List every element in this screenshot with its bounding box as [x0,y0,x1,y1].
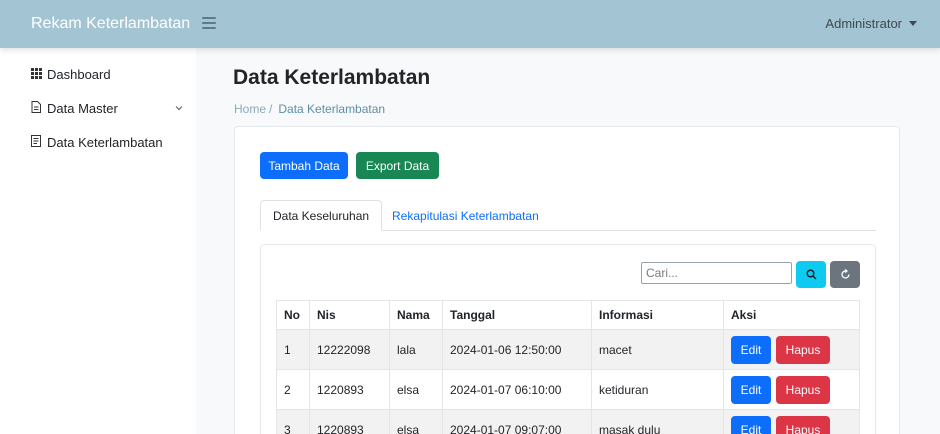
cell-aksi: Edit Hapus [723,369,860,410]
document-icon [31,101,43,116]
search-input[interactable] [641,262,792,284]
column-header-no: No [276,300,310,330]
cell-tanggal: 2024-01-06 12:50:00 [442,329,592,370]
top-navbar: Rekam Keterlambatan Administrator [0,0,940,48]
tab-data-keseluruhan[interactable]: Data Keseluruhan [260,200,383,231]
sidebar-item-data-master[interactable]: Data Master [31,101,183,116]
column-header-informasi: Informasi [591,300,724,330]
refresh-icon [840,269,850,279]
delete-button[interactable]: Hapus [776,335,830,364]
table-row: 2 1220893 elsa 2024-01-07 06:10:00 ketid… [276,369,860,410]
sidebar-item-label: Dashboard [47,67,111,82]
content-card: Tambah Data Export Data Data Keseluruhan… [234,126,900,434]
tab-bar: Data Keseluruhan Rekapitulasi Keterlamba… [260,200,876,231]
cell-nama: elsa [389,369,443,410]
add-data-button[interactable]: Tambah Data [260,152,348,179]
sidebar-item-data-keterlambatan[interactable]: Data Keterlambatan [31,135,183,150]
tab-rekapitulasi-keterlambatan[interactable]: Rekapitulasi Keterlambatan [380,200,551,231]
chevron-down-icon [175,103,183,114]
sidebar-item-label: Data Keterlambatan [47,135,163,150]
delete-button[interactable]: Hapus [776,375,830,404]
user-menu-dropdown[interactable]: Administrator [825,16,917,31]
cell-informasi: ketiduran [591,369,724,410]
reset-button[interactable] [830,261,860,288]
breadcrumb: Home / Data Keterlambatan [234,102,385,116]
search-button[interactable] [796,261,826,288]
sidebar-item-label: Data Master [47,101,118,116]
sidebar-item-dashboard[interactable]: Dashboard [31,67,183,82]
cell-tanggal: 2024-01-07 06:10:00 [442,369,592,410]
table-panel: No Nis Nama Tanggal Informasi Aksi 1 122… [260,244,876,434]
grid-icon [31,67,43,82]
cell-nis: 1220893 [309,369,390,410]
cell-no: 3 [276,409,310,434]
user-name: Administrator [825,16,902,31]
file-icon [31,135,43,150]
cell-nis: 1220893 [309,409,390,434]
breadcrumb-separator: / [269,102,273,116]
delete-button[interactable]: Hapus [776,415,830,434]
menu-toggle-icon[interactable] [202,17,216,30]
sidebar: Dashboard Data Master Data Keterlambatan [0,48,196,434]
edit-button[interactable]: Edit [731,415,771,434]
column-header-aksi: Aksi [723,300,860,330]
cell-nama: elsa [389,409,443,434]
page-title: Data Keterlambatan [233,66,431,89]
export-data-button[interactable]: Export Data [356,152,439,179]
edit-button[interactable]: Edit [731,375,771,404]
column-header-nama: Nama [389,300,443,330]
app-brand[interactable]: Rekam Keterlambatan [31,15,190,33]
table-row: 1 12222098 lala 2024-01-06 12:50:00 mace… [276,329,860,370]
cell-informasi: macet [591,329,724,370]
column-header-tanggal: Tanggal [442,300,592,330]
cell-aksi: Edit Hapus [723,409,860,434]
edit-button[interactable]: Edit [731,335,771,364]
cell-informasi: masak dulu [591,409,724,434]
cell-aksi: Edit Hapus [723,329,860,370]
cell-tanggal: 2024-01-07 09:07:00 [442,409,592,434]
cell-nama: lala [389,329,443,370]
table-row: 3 1220893 elsa 2024-01-07 09:07:00 masak… [276,409,860,434]
caret-down-icon [909,21,917,26]
column-header-nis: Nis [309,300,390,330]
breadcrumb-home[interactable]: Home [234,102,266,116]
search-icon [806,269,816,280]
cell-nis: 12222098 [309,329,390,370]
cell-no: 2 [276,369,310,410]
breadcrumb-current: Data Keterlambatan [278,102,386,116]
cell-no: 1 [276,329,310,370]
lateness-table: No Nis Nama Tanggal Informasi Aksi 1 122… [276,300,860,434]
